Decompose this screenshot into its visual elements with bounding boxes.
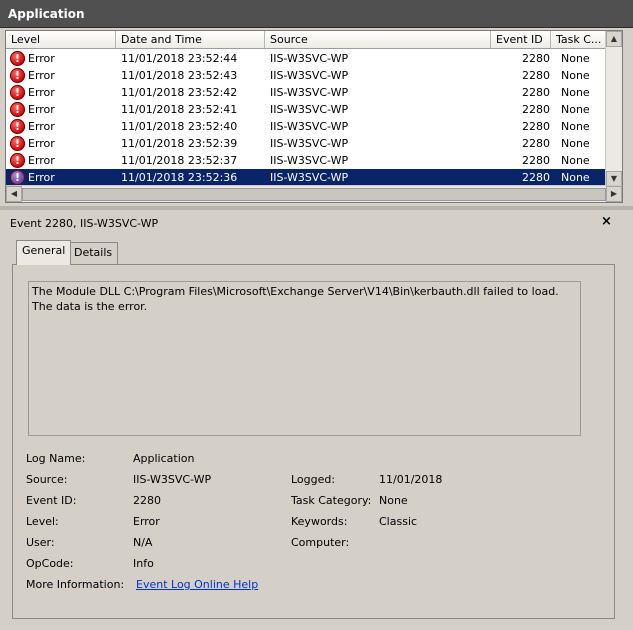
column-level[interactable]: Level xyxy=(6,31,116,48)
event-id-cell: 2280 xyxy=(522,52,550,65)
column-event-id[interactable]: Event ID xyxy=(491,31,551,48)
level-cell: Error xyxy=(28,171,55,184)
table-row[interactable]: ! Error 11/01/2018 23:52:44 IIS-W3SVC-WP 228… xyxy=(6,50,606,67)
level-cell: Error xyxy=(28,120,55,133)
event-id-cell: 2280 xyxy=(522,137,550,150)
column-date-time[interactable]: Date and Time xyxy=(116,31,265,48)
tab-details[interactable]: Details xyxy=(68,242,119,264)
event-detail-title: Event 2280, IIS-W3SVC-WP xyxy=(10,217,159,230)
level-cell: Error xyxy=(28,103,55,116)
level-value: Error xyxy=(133,515,160,528)
source-cell: IIS-W3SVC-WP xyxy=(270,69,349,82)
list-horizontal-scrollbar[interactable]: ◀ ▶ xyxy=(6,185,622,202)
user-value: N/A xyxy=(133,536,153,549)
table-row[interactable]: ! Error 11/01/2018 23:52:40 IIS-W3SVC-WP 228… xyxy=(6,118,606,135)
task-category-cell: None xyxy=(561,52,590,65)
column-source[interactable]: Source xyxy=(265,31,491,48)
table-row[interactable]: ! Error 11/01/2018 23:52:39 IIS-W3SVC-WP 228… xyxy=(6,135,606,152)
event-id-cell: 2280 xyxy=(522,103,550,116)
level-cell: Error xyxy=(28,137,55,150)
scroll-right-icon[interactable]: ▶ xyxy=(606,186,622,202)
task-category-label: Task Category: xyxy=(291,494,372,507)
logged-label: Logged: xyxy=(291,473,336,486)
level-cell: Error xyxy=(28,69,55,82)
event-list[interactable]: Level Date and Time Source Event ID Task… xyxy=(5,30,623,203)
task-category-cell: None xyxy=(561,154,590,167)
table-row[interactable]: ! Error 11/01/2018 23:52:37 IIS-W3SVC-WP 228… xyxy=(6,152,606,169)
level-cell: Error xyxy=(28,154,55,167)
log-name-value: Application xyxy=(133,452,195,465)
error-icon: ! xyxy=(10,119,25,134)
task-category-value: None xyxy=(379,494,408,507)
task-category-cell: None xyxy=(561,137,590,150)
event-id-cell: 2280 xyxy=(522,171,550,184)
event-id-cell: 2280 xyxy=(522,154,550,167)
log-name-label: Log Name: xyxy=(26,452,86,465)
source-cell: IIS-W3SVC-WP xyxy=(270,137,349,150)
column-header: Level Date and Time Source Event ID Task… xyxy=(6,31,606,49)
date-time-cell: 11/01/2018 23:52:37 xyxy=(121,154,238,167)
horizontal-scroll-thumb[interactable] xyxy=(22,188,606,201)
source-value: IIS-W3SVC-WP xyxy=(133,473,212,486)
close-icon[interactable]: × xyxy=(601,214,612,229)
user-label: User: xyxy=(26,536,55,549)
source-cell: IIS-W3SVC-WP xyxy=(270,154,349,167)
date-time-cell: 11/01/2018 23:52:41 xyxy=(121,103,238,116)
task-category-cell: None xyxy=(561,103,590,116)
date-time-cell: 11/01/2018 23:52:39 xyxy=(121,137,238,150)
table-row[interactable]: ! Error 11/01/2018 23:52:43 IIS-W3SVC-WP 228… xyxy=(6,67,606,84)
list-vertical-scrollbar[interactable]: ▲ ▼ xyxy=(605,31,622,187)
level-label: Level: xyxy=(26,515,59,528)
tab-general[interactable]: General xyxy=(16,240,72,265)
window-title: Application xyxy=(0,0,633,28)
error-icon: ! xyxy=(10,153,25,168)
table-row[interactable]: ! Error 11/01/2018 23:52:36 IIS-W3SVC-WP 228… xyxy=(6,169,606,186)
error-icon: ! xyxy=(10,170,25,185)
table-row[interactable]: ! Error 11/01/2018 23:52:41 IIS-W3SVC-WP 228… xyxy=(6,101,606,118)
source-cell: IIS-W3SVC-WP xyxy=(270,171,349,184)
event-id-value: 2280 xyxy=(133,494,161,507)
keywords-label: Keywords: xyxy=(291,515,348,528)
opcode-value: Info xyxy=(133,557,154,570)
source-cell: IIS-W3SVC-WP xyxy=(270,120,349,133)
event-id-cell: 2280 xyxy=(522,86,550,99)
error-icon: ! xyxy=(10,51,25,66)
date-time-cell: 11/01/2018 23:52:42 xyxy=(121,86,238,99)
level-cell: Error xyxy=(28,86,55,99)
event-id-label: Event ID: xyxy=(26,494,77,507)
task-category-cell: None xyxy=(561,120,590,133)
computer-label: Computer: xyxy=(291,536,350,549)
source-cell: IIS-W3SVC-WP xyxy=(270,52,349,65)
keywords-value: Classic xyxy=(379,515,418,528)
error-icon: ! xyxy=(10,68,25,83)
date-time-cell: 11/01/2018 23:52:43 xyxy=(121,69,238,82)
source-cell: IIS-W3SVC-WP xyxy=(270,103,349,116)
error-icon: ! xyxy=(10,136,25,151)
event-description: The Module DLL C:\Program Files\Microsof… xyxy=(28,281,581,436)
level-cell: Error xyxy=(28,52,55,65)
more-information-label: More Information: xyxy=(26,578,125,591)
event-id-cell: 2280 xyxy=(522,69,550,82)
task-category-cell: None xyxy=(561,69,590,82)
column-task-category[interactable]: Task C... xyxy=(551,31,606,48)
error-icon: ! xyxy=(10,85,25,100)
error-icon: ! xyxy=(10,102,25,117)
source-cell: IIS-W3SVC-WP xyxy=(270,86,349,99)
event-log-online-help-link[interactable]: Event Log Online Help xyxy=(136,578,258,591)
task-category-cell: None xyxy=(561,86,590,99)
logged-value: 11/01/2018 xyxy=(379,473,443,486)
source-label: Source: xyxy=(26,473,68,486)
date-time-cell: 11/01/2018 23:52:36 xyxy=(121,171,238,184)
pane-splitter[interactable] xyxy=(0,206,633,210)
table-row[interactable]: ! Error 11/01/2018 23:52:42 IIS-W3SVC-WP 228… xyxy=(6,84,606,101)
opcode-label: OpCode: xyxy=(26,557,74,570)
event-id-cell: 2280 xyxy=(522,120,550,133)
scroll-up-icon[interactable]: ▲ xyxy=(606,31,622,47)
date-time-cell: 11/01/2018 23:52:40 xyxy=(121,120,238,133)
date-time-cell: 11/01/2018 23:52:44 xyxy=(121,52,238,65)
scroll-left-icon[interactable]: ◀ xyxy=(6,186,22,202)
task-category-cell: None xyxy=(561,171,590,184)
